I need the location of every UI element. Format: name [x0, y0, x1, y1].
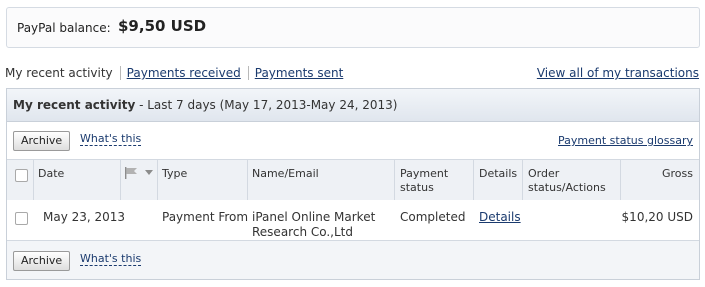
column-divider [394, 160, 395, 200]
row-checkbox[interactable] [15, 212, 28, 225]
row-status: Completed [400, 210, 466, 224]
panel-header: My recent activity - Last 7 days (May 17… [7, 89, 699, 122]
column-divider [522, 160, 523, 200]
select-all-checkbox[interactable] [15, 169, 28, 182]
column-header-details: Details [479, 167, 518, 180]
payment-status-glossary-link[interactable]: Payment status glossary [558, 134, 693, 147]
balance-label: PayPal balance: [17, 21, 111, 35]
row-details-link[interactable]: Details [479, 210, 521, 225]
flag-filter[interactable] [124, 160, 158, 200]
chevron-down-icon [145, 170, 153, 175]
whats-this-link-bottom[interactable]: What's this [80, 253, 142, 266]
column-header-name-email[interactable]: Name/Email [252, 160, 319, 200]
row-type: Payment From [162, 210, 249, 224]
column-header-type[interactable]: Type [162, 160, 187, 200]
balance-value: $9,50 USD [118, 17, 207, 35]
panel-title-bold: My recent activity [13, 98, 136, 112]
archive-button[interactable]: Archive [13, 131, 71, 151]
column-header-payment-status[interactable]: Payment status [400, 160, 460, 200]
archive-button-bottom[interactable]: Archive [13, 251, 71, 271]
view-all-transactions-link[interactable]: View all of my transactions [537, 66, 699, 80]
column-header-date[interactable]: Date [38, 160, 64, 200]
column-divider [473, 160, 474, 200]
row-name: iPanel Online Market Research Co.,Ltd [252, 210, 376, 239]
panel-title-range: - Last 7 days (May 17, 2013-May 24, 2013… [135, 98, 398, 112]
tab-divider [119, 66, 121, 80]
tab-payments-received[interactable]: Payments received [127, 66, 241, 80]
panel-title: My recent activity - Last 7 days (May 17… [13, 98, 397, 112]
tab-payments-sent[interactable]: Payments sent [255, 66, 344, 80]
table-row[interactable]: May 23, 2013 Payment From iPanel Online … [7, 200, 699, 241]
column-divider [157, 160, 158, 200]
activity-tabs: My recent activity Payments received Payme… [5, 66, 343, 80]
tab-divider [247, 66, 249, 80]
table-header: Date Type Name/Email Payment status Deta… [7, 159, 699, 201]
column-header-order-status: Order status/Actions [528, 167, 606, 194]
tab-my-recent-activity[interactable]: My recent activity [5, 66, 113, 80]
balance-box: PayPal balance: $9,50 USD [6, 7, 700, 48]
whats-this-link[interactable]: What's this [80, 133, 142, 146]
column-divider [33, 160, 34, 200]
column-divider [120, 160, 121, 200]
column-divider [247, 160, 248, 200]
row-date: May 23, 2013 [43, 210, 126, 224]
table-footer: Archive What's this [7, 241, 699, 279]
column-divider [620, 160, 621, 200]
recent-activity-panel: My recent activity - Last 7 days (May 17… [6, 88, 700, 280]
column-header-gross[interactable]: Gross [662, 160, 693, 200]
row-gross: $10,20 USD [621, 210, 693, 224]
